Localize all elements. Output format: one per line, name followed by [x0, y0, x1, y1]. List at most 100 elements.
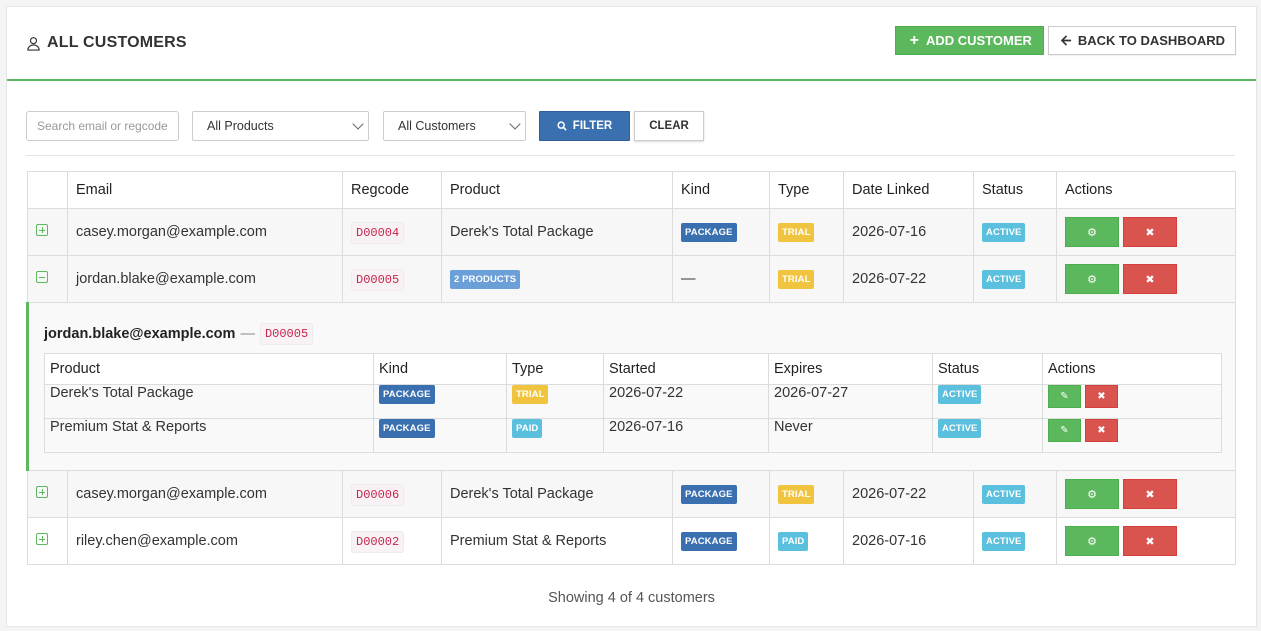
gear-icon: ⚙: [1087, 273, 1097, 286]
add-customer-button[interactable]: + ADD CUSTOMER: [894, 26, 1044, 55]
delete-button[interactable]: ✖: [1123, 217, 1177, 247]
column-header-type: Type: [769, 171, 844, 209]
clear-button[interactable]: CLEAR: [634, 111, 704, 141]
product-cell: Premium Stat & Reports: [441, 517, 673, 565]
remove-button[interactable]: ✖: [1085, 419, 1118, 442]
detail-heading: jordan.blake@example.com — D00005: [44, 323, 1222, 345]
edit-button[interactable]: ✎: [1048, 419, 1081, 442]
sub-product-cell: Derek's Total Package: [44, 384, 374, 419]
status-badge: ACTIVE: [982, 484, 1026, 504]
date-linked-cell: 2026-07-16: [843, 208, 974, 256]
times-icon: ✖: [1145, 488, 1155, 501]
expires-cell: 2026-07-27: [768, 384, 933, 419]
filter-bar: All Products All Customers FILTER CLEAR: [26, 111, 704, 141]
edit-button[interactable]: ✎: [1048, 385, 1081, 408]
type-badge: PAID: [512, 419, 543, 438]
header-actions: + ADD CUSTOMER BACK TO DASHBOARD: [894, 26, 1236, 55]
plus-icon: +: [909, 31, 919, 49]
type-badge: TRIAL: [778, 484, 815, 504]
delete-button[interactable]: ✖: [1123, 264, 1177, 294]
customer-products-table: Product Kind Type Started Expires Status…: [44, 353, 1222, 453]
collapse-toggle-icon[interactable]: [36, 271, 48, 283]
status-badge: ACTIVE: [982, 222, 1026, 242]
divider: [26, 155, 1235, 156]
expires-cell: Never: [768, 418, 933, 453]
email-cell: jordan.blake@example.com: [67, 255, 343, 303]
delete-button[interactable]: ✖: [1123, 479, 1177, 509]
column-header-kind: Kind: [672, 171, 770, 209]
table-row: casey.morgan@example.com D00006 Derek's …: [27, 470, 1236, 518]
column-header-product: Product: [441, 171, 673, 209]
page-title: ALL CUSTOMERS: [26, 34, 187, 52]
times-icon: ✖: [1097, 425, 1106, 436]
results-summary: Showing 4 of 4 customers: [548, 590, 715, 606]
regcode-badge: D00004: [351, 222, 405, 244]
gear-icon: ⚙: [1087, 226, 1097, 239]
date-linked-cell: 2026-07-22: [843, 255, 974, 303]
filter-label: FILTER: [572, 120, 613, 132]
sub-column-header-type: Type: [506, 353, 604, 385]
page-title-text: ALL CUSTOMERS: [47, 34, 187, 51]
times-icon: ✖: [1145, 273, 1155, 286]
table-row: casey.morgan@example.com D00004 Derek's …: [27, 208, 1236, 256]
filter-button[interactable]: FILTER: [539, 111, 630, 141]
status-badge: ACTIVE: [938, 385, 982, 404]
customer-select-value: All Customers: [398, 119, 476, 133]
type-badge: TRIAL: [778, 269, 815, 289]
regcode-badge: D00006: [351, 484, 405, 506]
date-linked-cell: 2026-07-22: [843, 470, 974, 518]
sub-table-row: Derek's Total Package PACKAGE TRIAL 2026…: [44, 384, 1222, 419]
chevron-down-icon: [352, 118, 364, 130]
detail-separator: —: [240, 326, 255, 342]
started-cell: 2026-07-16: [603, 418, 769, 453]
customer-detail-panel: jordan.blake@example.com — D00005 Produc…: [29, 303, 1235, 453]
search-input[interactable]: [26, 111, 179, 141]
remove-button[interactable]: ✖: [1085, 385, 1118, 408]
kind-badge: PACKAGE: [681, 222, 737, 242]
column-header-email: Email: [67, 171, 343, 209]
kind-badge: PACKAGE: [681, 484, 737, 504]
expand-column-header: [27, 171, 68, 209]
search-icon: [557, 121, 567, 131]
customers-panel: ALL CUSTOMERS + ADD CUSTOMER BACK TO DAS…: [6, 6, 1257, 627]
expand-toggle-icon[interactable]: [36, 224, 48, 236]
panel-header: ALL CUSTOMERS + ADD CUSTOMER BACK TO DAS…: [7, 7, 1256, 81]
kind-cell: —: [672, 255, 770, 303]
type-badge: TRIAL: [512, 385, 549, 404]
sub-product-cell: Premium Stat & Reports: [44, 418, 374, 453]
customer-select[interactable]: All Customers: [383, 111, 526, 141]
settings-button[interactable]: ⚙: [1065, 264, 1119, 294]
column-header-regcode: Regcode: [342, 171, 442, 209]
sub-column-header-status: Status: [932, 353, 1043, 385]
arrow-left-icon: [1060, 35, 1071, 46]
delete-button[interactable]: ✖: [1123, 526, 1177, 556]
kind-badge: PACKAGE: [379, 419, 435, 438]
sub-column-header-actions: Actions: [1042, 353, 1222, 385]
user-icon: [27, 36, 40, 51]
products-count-badge: 2 PRODUCTS: [450, 269, 521, 289]
regcode-badge: D00002: [351, 531, 405, 553]
times-icon: ✖: [1145, 226, 1155, 239]
settings-button[interactable]: ⚙: [1065, 479, 1119, 509]
chevron-down-icon: [509, 118, 521, 130]
customers-table: Email Regcode Product Kind Type Date Lin…: [26, 171, 1236, 565]
status-badge: ACTIVE: [982, 531, 1026, 551]
email-cell: casey.morgan@example.com: [67, 470, 343, 518]
settings-button[interactable]: ⚙: [1065, 526, 1119, 556]
detail-email: jordan.blake@example.com: [44, 326, 236, 342]
product-select[interactable]: All Products: [192, 111, 369, 141]
times-icon: ✖: [1097, 391, 1106, 402]
product-select-value: All Products: [207, 119, 274, 133]
back-to-dashboard-label: BACK TO DASHBOARD: [1077, 33, 1225, 48]
column-header-status: Status: [973, 171, 1057, 209]
back-to-dashboard-button[interactable]: BACK TO DASHBOARD: [1047, 26, 1236, 55]
email-cell: casey.morgan@example.com: [67, 208, 343, 256]
expand-toggle-icon[interactable]: [36, 486, 48, 498]
product-cell: Derek's Total Package: [441, 208, 673, 256]
settings-button[interactable]: ⚙: [1065, 217, 1119, 247]
sub-table-header-row: Product Kind Type Started Expires Status…: [44, 353, 1222, 385]
expand-toggle-icon[interactable]: [36, 533, 48, 545]
pencil-icon: ✎: [1060, 391, 1069, 402]
times-icon: ✖: [1145, 535, 1155, 548]
table-row: jordan.blake@example.com D00005 2 PRODUC…: [27, 255, 1236, 303]
